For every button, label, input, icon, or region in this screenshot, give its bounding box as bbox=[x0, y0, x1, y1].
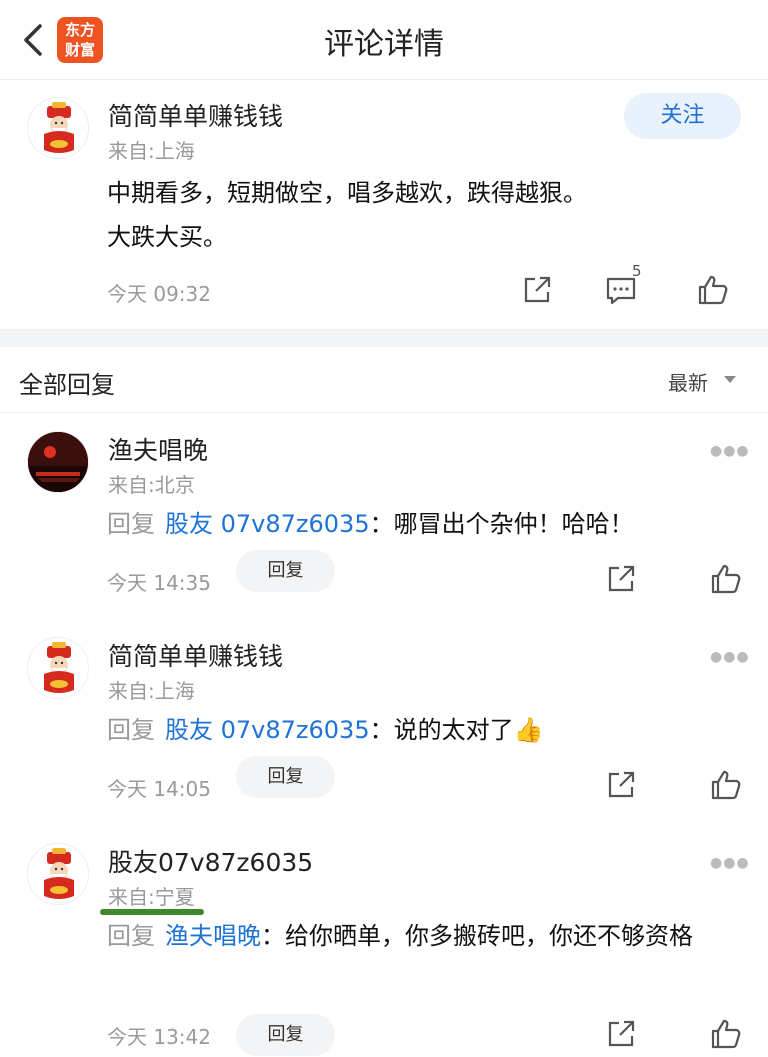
reply-content: ：说的太对了 bbox=[369, 716, 514, 744]
like-icon[interactable] bbox=[709, 1017, 743, 1051]
reply-item: 简简单单赚钱钱 来自:上海 ●●● 回复 股友 07v87z6035：说的太对了👍… bbox=[0, 619, 768, 825]
post-text-line: 中期看多，短期做空，唱多越欢，跌得越狠。 bbox=[107, 179, 587, 207]
reply-location: 来自:北京 bbox=[108, 473, 195, 497]
post-time: 今天 09:32 bbox=[107, 282, 211, 306]
avatar[interactable] bbox=[27, 637, 89, 699]
reply-time: 今天 14:35 bbox=[107, 571, 211, 595]
reply-button[interactable]: 回复 bbox=[236, 756, 335, 798]
share-icon[interactable] bbox=[604, 562, 638, 596]
reply-item: 渔夫唱晚 来自:北京 ●●● 回复 股友 07v87z6035：哪冒出个杂仲！哈哈… bbox=[0, 413, 768, 619]
top-bar: 东方 财富 评论详情 bbox=[0, 0, 768, 80]
reply-item: 股友07v87z6035 来自:宁夏 ●●● 回复 渔夫唱晚：给你晒单，你多搬砖吧… bbox=[0, 825, 768, 1057]
more-options-icon[interactable]: ●●● bbox=[710, 443, 750, 459]
reply-content: ：哪冒出个杂仲！哈哈！ bbox=[369, 510, 634, 538]
sort-dropdown[interactable]: 最新 bbox=[668, 367, 708, 396]
reply-text: 回复 股友 07v87z6035：说的太对了👍 bbox=[107, 709, 747, 751]
avatar[interactable] bbox=[27, 843, 89, 905]
section-title: 全部回复 bbox=[19, 371, 115, 399]
comment-count: 5 bbox=[632, 262, 642, 280]
avatar[interactable] bbox=[27, 97, 89, 159]
reply-username[interactable]: 渔夫唱晚 bbox=[108, 431, 208, 467]
page-title: 评论详情 bbox=[324, 27, 444, 62]
post-text-line: 大跌大买。 bbox=[107, 223, 227, 251]
like-icon[interactable] bbox=[709, 562, 743, 596]
reply-label: 回复 bbox=[107, 922, 155, 950]
reply-username[interactable]: 股友07v87z6035 bbox=[108, 843, 313, 879]
reply-location: 来自:上海 bbox=[108, 679, 195, 703]
replies-header: 全部回复 最新 bbox=[0, 347, 768, 413]
reply-text: 回复 渔夫唱晚：给你晒单，你多搬砖吧，你还不够资格 bbox=[107, 915, 747, 957]
follow-button[interactable]: 关注 bbox=[624, 93, 741, 139]
share-icon[interactable] bbox=[604, 768, 638, 802]
post-text: 中期看多，短期做空，唱多越欢，跌得越狠。 大跌大买。 bbox=[107, 171, 747, 259]
reply-button[interactable]: 回复 bbox=[236, 1014, 335, 1056]
more-options-icon[interactable]: ●●● bbox=[710, 855, 750, 871]
reply-time: 今天 13:42 bbox=[107, 1025, 211, 1049]
reply-time: 今天 14:05 bbox=[107, 777, 211, 801]
reply-target-user[interactable]: 渔夫唱晚 bbox=[165, 922, 261, 950]
share-icon[interactable] bbox=[604, 1017, 638, 1051]
like-icon[interactable] bbox=[709, 768, 743, 802]
highlight-underline bbox=[100, 909, 204, 915]
reply-username[interactable]: 简简单单赚钱钱 bbox=[108, 637, 283, 673]
post-location: 来自:上海 bbox=[108, 139, 195, 163]
reply-content: ：给你晒单，你多搬砖吧，你还不够资格 bbox=[261, 922, 693, 950]
section-divider bbox=[0, 329, 768, 347]
reply-target-user[interactable]: 股友 07v87z6035 bbox=[165, 716, 370, 744]
reply-location: 来自:宁夏 bbox=[108, 885, 195, 909]
more-options-icon[interactable]: ●●● bbox=[710, 649, 750, 665]
like-icon[interactable] bbox=[696, 273, 730, 307]
avatar[interactable] bbox=[27, 431, 89, 493]
reply-label: 回复 bbox=[107, 716, 155, 744]
reply-button[interactable]: 回复 bbox=[236, 550, 335, 592]
reply-text: 回复 股友 07v87z6035：哪冒出个杂仲！哈哈！ bbox=[107, 503, 747, 545]
reply-target-user[interactable]: 股友 07v87z6035 bbox=[165, 510, 370, 538]
share-icon[interactable] bbox=[520, 273, 554, 307]
chevron-down-icon[interactable] bbox=[724, 376, 736, 383]
main-post: 简简单单赚钱钱 来自:上海 关注 中期看多，短期做空，唱多越欢，跌得越狠。 大跌… bbox=[0, 81, 768, 329]
reply-label: 回复 bbox=[107, 510, 155, 538]
post-username[interactable]: 简简单单赚钱钱 bbox=[108, 97, 283, 133]
thumbs-up-emoji: 👍 bbox=[513, 716, 544, 744]
